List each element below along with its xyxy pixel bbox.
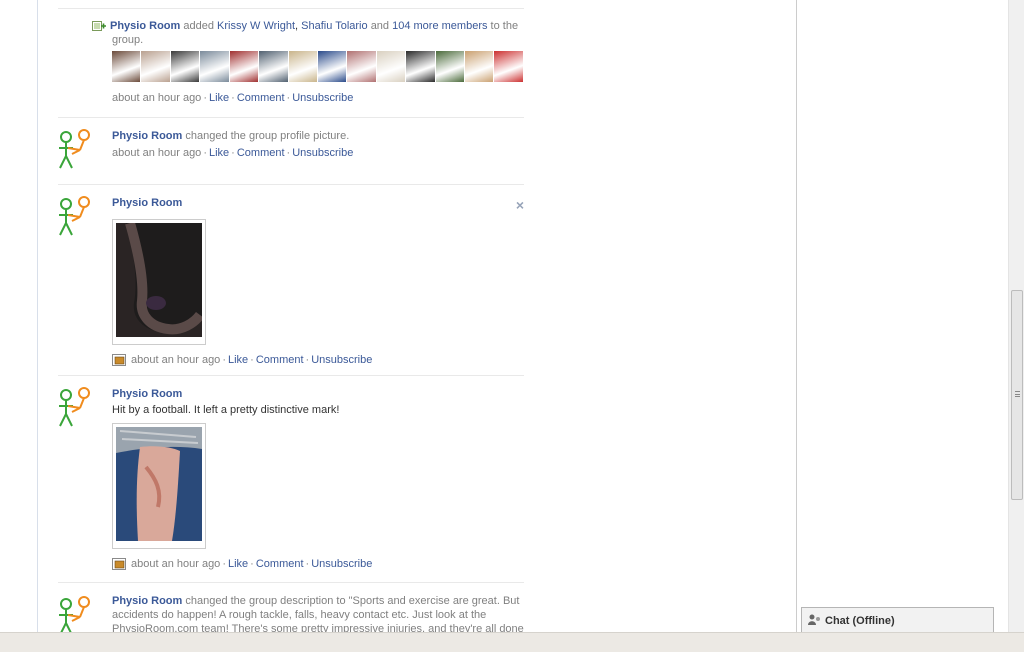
- foot-photo: [116, 221, 204, 337]
- member-thumbnail[interactable]: [376, 51, 407, 82]
- page-scrollbar[interactable]: [1008, 0, 1024, 632]
- separator-dot: ·: [231, 147, 235, 159]
- member-thumbnail[interactable]: [347, 51, 377, 82]
- member-link-krissy[interactable]: Krissy W Wright: [217, 20, 295, 32]
- member-thumbnail[interactable]: [465, 51, 495, 82]
- unsubscribe-link[interactable]: Unsubscribe: [311, 558, 372, 570]
- arm-photo: [116, 427, 202, 541]
- story-content: Physio Room Hit by a football. It left a…: [112, 387, 524, 571]
- member-thumbnail[interactable]: [435, 51, 466, 82]
- comment-link[interactable]: Comment: [256, 354, 304, 366]
- photo-icon: [112, 558, 126, 571]
- feed-story-photo-foot: × Physio Room about an hour ago·Like·: [58, 185, 524, 376]
- group-avatar-stick-figures-icon[interactable]: [58, 386, 94, 430]
- group-avatar-stick-figures-icon[interactable]: [58, 128, 94, 172]
- story-actions: about an hour ago · Like · Comment · Unsubscri…: [112, 91, 524, 105]
- news-feed: Physio Room added Krissy W Wright, Shafi…: [38, 0, 524, 632]
- feed-story-members-added: Physio Room added Krissy W Wright, Shafi…: [58, 0, 524, 118]
- member-thumbnail[interactable]: [317, 51, 348, 82]
- member-thumbnail[interactable]: [259, 51, 289, 82]
- photo-icon: [112, 354, 126, 367]
- member-thumbnail[interactable]: [406, 51, 436, 82]
- story-content: Physio Room about an hour ago · Like · Comme…: [112, 196, 524, 367]
- like-link[interactable]: Like: [209, 92, 229, 104]
- chat-bar-button[interactable]: Chat (Offline): [801, 607, 994, 632]
- story-actor-link[interactable]: Physio Room: [112, 197, 182, 209]
- story-actor-link[interactable]: Physio Room: [110, 20, 180, 32]
- story-timestamp: about an hour ago: [131, 558, 221, 570]
- feed-story-profile-picture: Physio Room changed the group profile pi…: [58, 118, 524, 185]
- member-thumbnail[interactable]: [288, 51, 318, 82]
- more-members-link[interactable]: 104 more members: [392, 20, 487, 32]
- photo-attachment[interactable]: [112, 219, 206, 345]
- unsubscribe-link[interactable]: Unsubscribe: [292, 92, 353, 104]
- story-actions: about an hour ago · Like · Comment · Unsubscri…: [112, 353, 524, 367]
- story-actor-link[interactable]: Physio Room: [112, 130, 182, 142]
- separator-dot: ·: [203, 92, 207, 104]
- scrollbar-grip-icon: [1015, 391, 1020, 397]
- unsubscribe-link[interactable]: Unsubscribe: [311, 354, 372, 366]
- story-actions: about an hour ago · Like · Comment · Unsubscri…: [112, 557, 524, 571]
- member-thumbnail[interactable]: [229, 51, 260, 82]
- browser-status-bar: [0, 632, 1024, 652]
- add-member-icon: [92, 21, 106, 32]
- comma: ,: [295, 20, 299, 32]
- story-actor-link[interactable]: Physio Room: [112, 388, 182, 400]
- member-thumbnail[interactable]: [200, 51, 230, 82]
- story-timestamp: about an hour ago: [131, 354, 221, 366]
- member-link-shafiu[interactable]: Shafiu Tolario: [301, 20, 367, 32]
- member-thumbnail-strip: [112, 51, 524, 82]
- group-avatar-stick-figures-icon[interactable]: [58, 595, 94, 632]
- story-actor-link[interactable]: Physio Room: [112, 595, 182, 607]
- like-link[interactable]: Like: [228, 558, 248, 570]
- separator-dot: ·: [231, 92, 235, 104]
- comment-link[interactable]: Comment: [237, 92, 285, 104]
- story-content: Physio Room added Krissy W Wright, Shafi…: [92, 19, 524, 105]
- photo-caption: Hit by a football. It left a pretty dist…: [112, 404, 340, 416]
- story-content: Physio Room changed the group descriptio…: [112, 594, 524, 632]
- member-thumbnail[interactable]: [112, 51, 142, 82]
- story-timestamp: about an hour ago: [112, 147, 202, 159]
- chat-people-icon: [808, 614, 820, 625]
- separator-dot: ·: [222, 558, 226, 570]
- comment-link[interactable]: Comment: [256, 558, 304, 570]
- separator-dot: ·: [250, 558, 254, 570]
- story-actions: about an hour ago · Like · Comment · Unsubscri…: [112, 146, 524, 160]
- photo-attachment[interactable]: [112, 423, 206, 549]
- story-content: Physio Room changed the group profile pi…: [112, 129, 524, 160]
- separator-dot: ·: [222, 354, 226, 366]
- story-verb: added: [183, 20, 214, 32]
- feed-story-description: Physio Room changed the group descriptio…: [58, 583, 524, 632]
- like-link[interactable]: Like: [228, 354, 248, 366]
- scrollbar-thumb[interactable]: [1011, 290, 1023, 500]
- like-link[interactable]: Like: [209, 147, 229, 159]
- separator-dot: ·: [203, 147, 207, 159]
- feed-story-photo-arm: Physio Room Hit by a football. It left a…: [58, 376, 524, 583]
- story-timestamp: about an hour ago: [112, 92, 202, 104]
- group-avatar-stick-figures-icon[interactable]: [58, 195, 94, 239]
- separator-dot: ·: [250, 354, 254, 366]
- member-thumbnail[interactable]: [170, 51, 201, 82]
- comment-link[interactable]: Comment: [237, 147, 285, 159]
- story-separator: [58, 8, 524, 9]
- story-text: changed the group profile picture.: [185, 130, 350, 142]
- unsubscribe-link[interactable]: Unsubscribe: [292, 147, 353, 159]
- chat-status-label: Chat (Offline): [825, 615, 895, 627]
- right-column: [796, 0, 1008, 632]
- and-text: and: [370, 20, 390, 32]
- member-thumbnail[interactable]: [494, 51, 524, 82]
- member-thumbnail[interactable]: [141, 51, 171, 82]
